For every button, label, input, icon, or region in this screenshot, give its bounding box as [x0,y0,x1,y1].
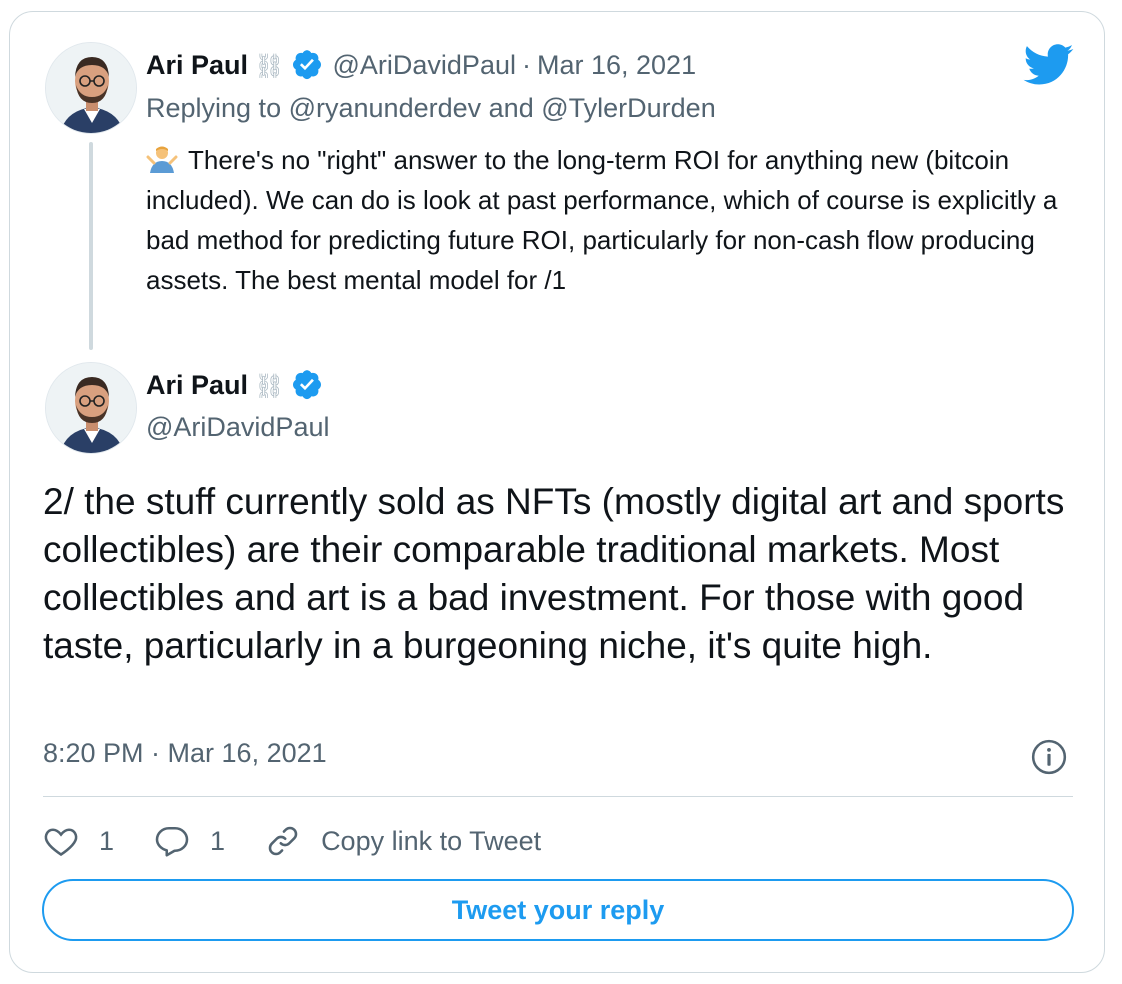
verified-badge-icon [292,50,321,80]
replying-to-line: Replying to @ryanunderdev and @TylerDurd… [146,93,716,124]
author-handle[interactable]: @AriDavidPaul [333,50,516,80]
author-name[interactable]: Ari Paul [146,370,248,400]
author-handle[interactable]: @AriDavidPaul [146,412,329,442]
twitter-bird-icon[interactable] [1023,44,1075,86]
quoted-tweet-text-block: There's no "right" answer to the long-te… [146,140,1086,300]
main-tweet-header: Ari Paul ⛓ [146,368,323,401]
info-icon[interactable] [1030,738,1068,776]
reply-count: 1 [210,825,226,856]
verified-badge-icon [292,370,321,400]
avatar-portrait-icon [46,43,136,133]
thread-connector-line [89,142,93,350]
quoted-tweet-text: There's no "right" answer to the long-te… [146,145,1058,295]
avatar[interactable] [45,42,137,134]
separator-dot: · [521,50,531,80]
main-tweet-text: 2/ the stuff currently sold as NFTs (mos… [43,481,1065,666]
avatar-portrait-icon [46,363,136,453]
replying-prefix: Replying to [146,93,282,123]
tweet-date[interactable]: Mar 16, 2021 [537,50,696,80]
like-count: 1 [99,825,115,856]
chain-emoji: ⛓ [254,53,285,80]
avatar[interactable] [45,362,137,454]
replying-and: and [488,93,534,123]
heart-icon [44,828,78,856]
reply-button[interactable]: 1 [154,823,225,859]
copy-link-label: Copy link to Tweet [321,825,542,856]
shrug-emoji-icon [146,146,178,173]
tweet-actions-bar: 1 1 Copy link to Tweet [43,818,581,864]
tweet-timestamp[interactable]: 8:20 PM · Mar 16, 2021 [43,738,327,769]
tweet-your-reply-button[interactable]: Tweet your reply [42,879,1074,941]
link-icon [268,826,298,856]
author-name[interactable]: Ari Paul [146,50,248,80]
like-button[interactable]: 1 [43,823,114,859]
divider [43,796,1073,797]
mention-link[interactable]: @TylerDurden [541,93,715,123]
mention-link[interactable]: @ryanunderdev [289,93,482,123]
quoted-tweet-header: Ari Paul ⛓ @AriDavidPaul · Mar 16, 2021 [146,48,696,81]
copy-link-button[interactable]: Copy link to Tweet [265,823,541,859]
speech-bubble-icon [155,826,189,857]
chain-emoji: ⛓ [254,373,285,400]
main-tweet-handle-row: @AriDavidPaul [146,412,329,443]
